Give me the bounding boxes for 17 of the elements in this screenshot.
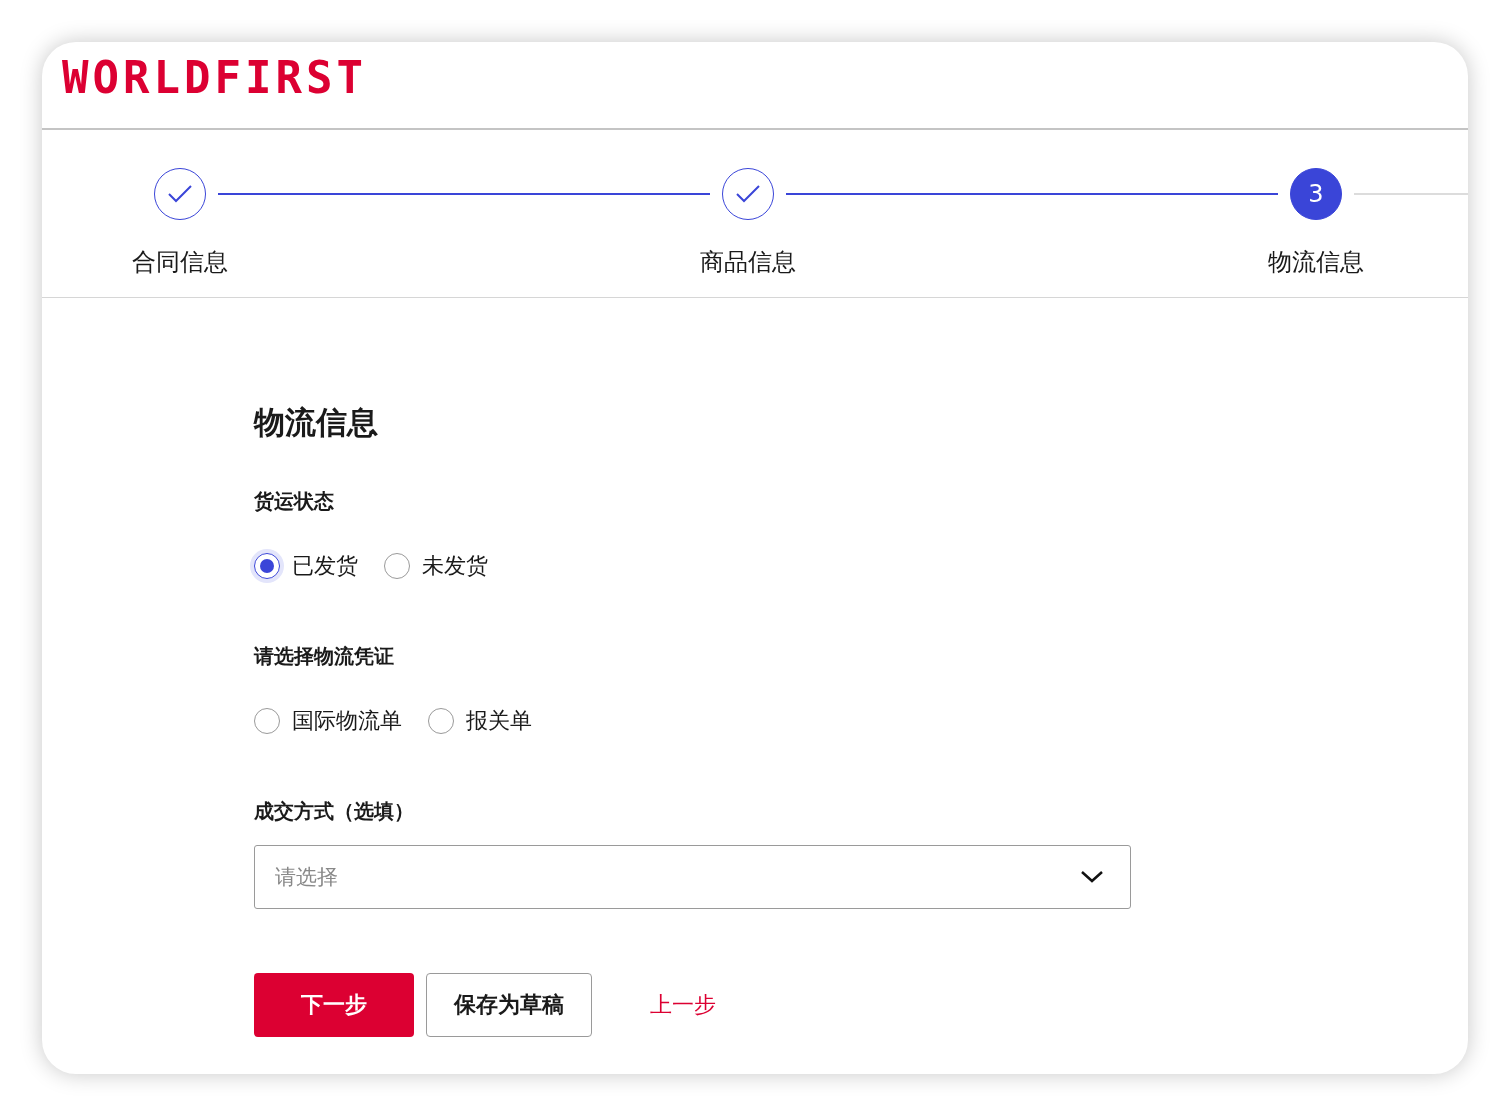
step-label: 合同信息 (132, 247, 228, 278)
select-field[interactable]: 请选择 (254, 845, 1131, 909)
step-label: 商品信息 (700, 247, 796, 278)
field-label: 请选择物流凭证 (254, 643, 394, 670)
radio-option[interactable]: 报关单 (428, 706, 532, 736)
field-label: 成交方式（选填） (254, 798, 414, 825)
next-button[interactable]: 下一步 (254, 973, 414, 1037)
radio-option[interactable]: 未发货 (384, 551, 488, 581)
back-link[interactable]: 上一步 (650, 973, 716, 1037)
logo: WORLDFIRST (62, 56, 367, 100)
chevron-down-icon (1080, 870, 1104, 884)
step-number: 3 (1290, 168, 1342, 220)
radio-option[interactable]: 国际物流单 (254, 706, 402, 736)
field-label: 货运状态 (254, 488, 334, 515)
section-title: 物流信息 (254, 403, 379, 442)
save-draft-button[interactable]: 保存为草稿 (426, 973, 592, 1037)
step-label: 物流信息 (1268, 247, 1364, 278)
